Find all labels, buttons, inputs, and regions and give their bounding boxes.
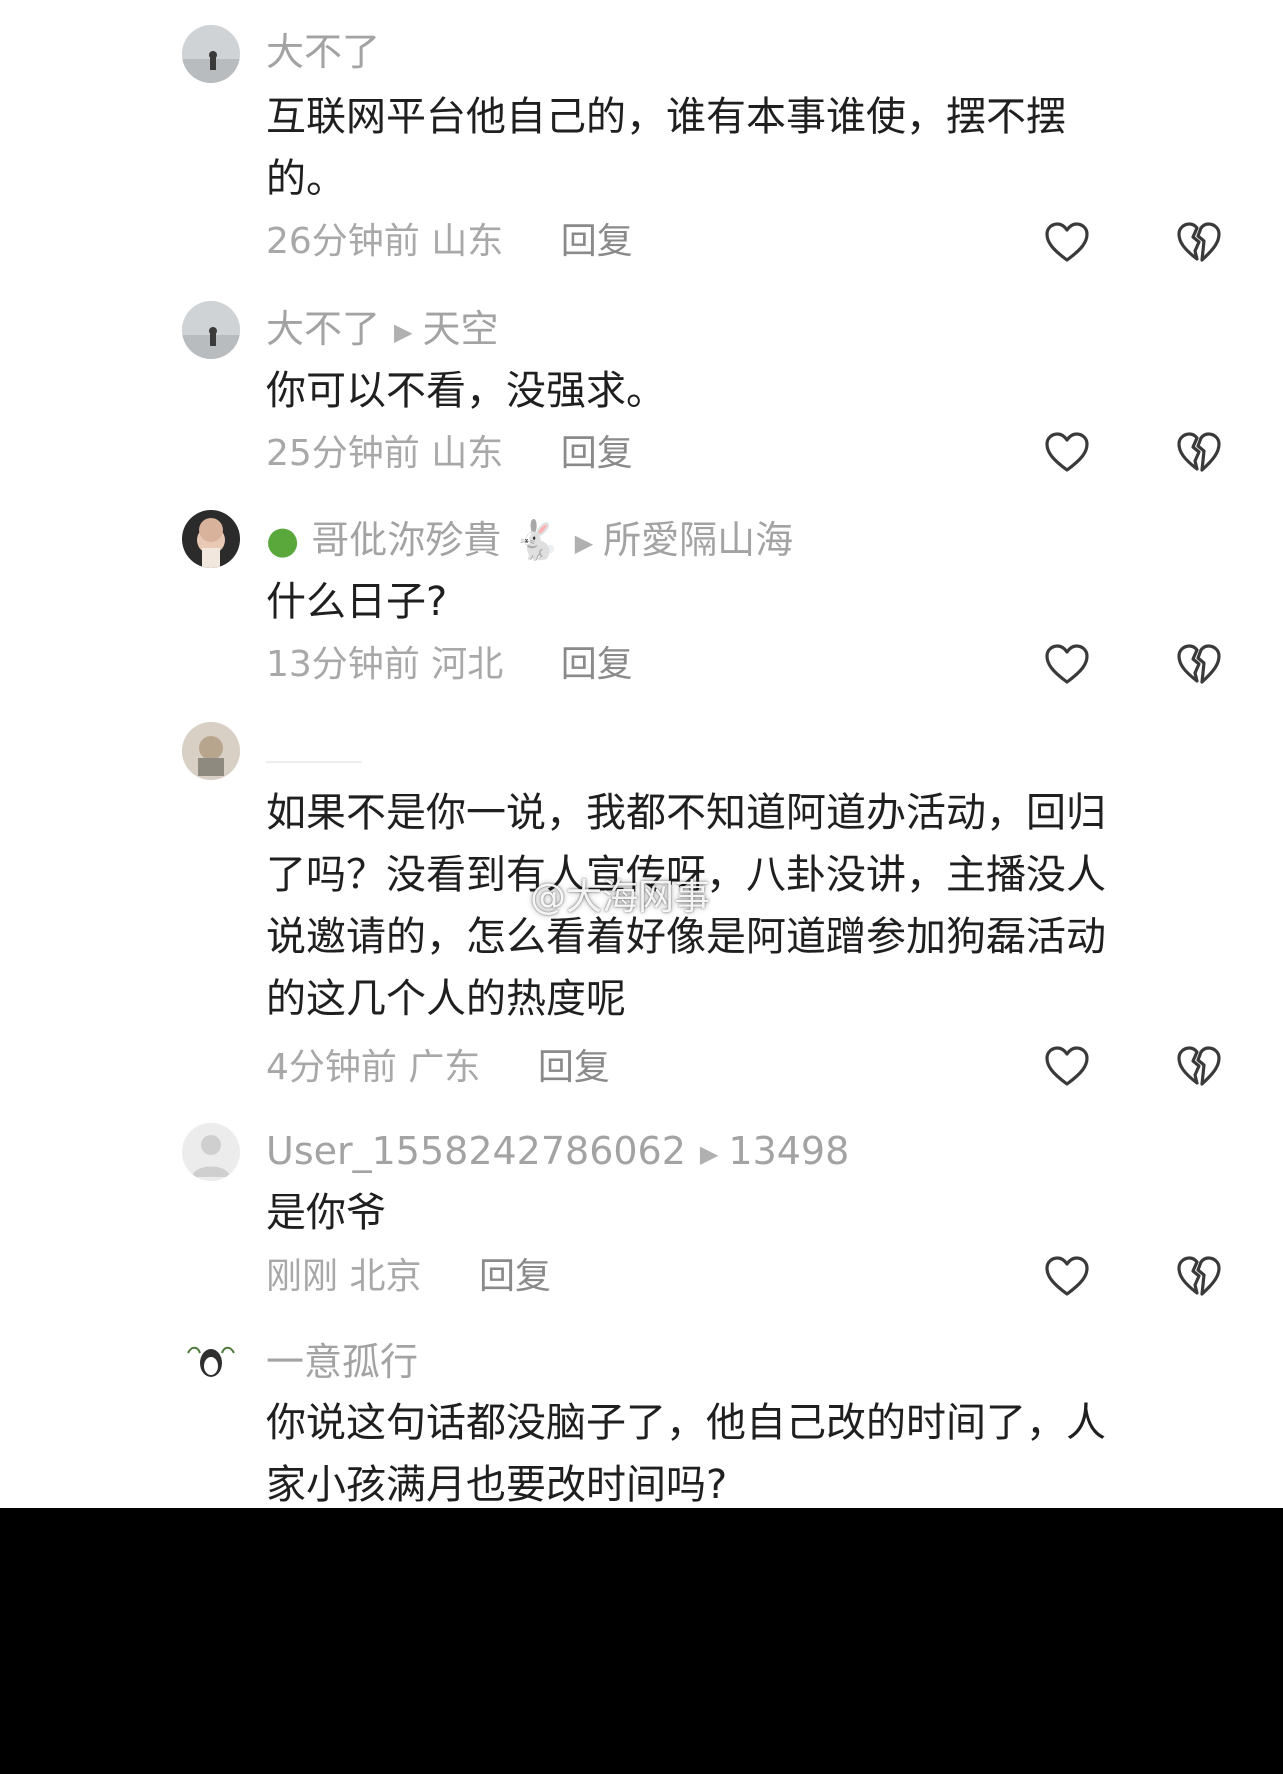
reply-to-name[interactable]: 13498 (728, 1129, 849, 1173)
author-name[interactable]: 一意孤行 (266, 1340, 418, 1384)
comment-time: 13分钟前 (266, 644, 420, 685)
watermark: @大海网事 (530, 877, 711, 918)
comment-time: 26分钟前 (266, 221, 420, 262)
avatar[interactable] (182, 1333, 240, 1391)
comment-location: 山东 (431, 433, 504, 474)
heart-outline-icon[interactable] (1042, 218, 1092, 268)
comment-text: 如果不是你一说，我都不知道阿道办活动，回归 了吗？没看到有人宣传呀，八卦没讲，主… (266, 790, 1106, 1022)
heart-outline-icon[interactable] (1042, 428, 1092, 478)
comment-author[interactable]: 一意孤行 (266, 1340, 418, 1384)
author-name[interactable]: 大不了 (266, 30, 380, 74)
broken-heart-icon[interactable] (1174, 428, 1224, 478)
broken-heart-icon[interactable] (1174, 640, 1224, 690)
author-name[interactable] (266, 761, 362, 763)
avatar[interactable] (182, 301, 240, 359)
comment-location: 北京 (349, 1256, 422, 1297)
reply-button[interactable]: 回复 (561, 221, 633, 262)
comment-author[interactable]: User_1558242786062 ▶ 13498 (266, 1129, 849, 1176)
comment-text: 是你爷 (266, 1190, 386, 1236)
reply-button[interactable]: 回复 (561, 433, 633, 474)
comment-list: 大不了 互联网平台他自己的，谁有本事谁使，摆不摆 的。 26分钟前 山东 回复 … (0, 0, 1283, 1508)
heart-outline-icon[interactable] (1042, 1042, 1092, 1092)
comment-meta: 26分钟前 山东 回复 (266, 220, 633, 264)
bottom-black-bar (0, 1508, 1283, 1774)
reply-arrow-icon: ▶ (394, 317, 413, 346)
comment-location: 山东 (431, 221, 504, 262)
comment-author[interactable]: ● 哥仳沵殄貴 🐇 ▶ 所愛隔山海 (266, 518, 793, 565)
broken-heart-icon[interactable] (1174, 1042, 1224, 1092)
comment-location: 广东 (408, 1047, 481, 1088)
comment-text: 你说这句话都没脑子了，他自己改的时间了，人 家小孩满月也要改时间吗? (266, 1400, 1106, 1508)
comment-meta: 13分钟前 河北 回复 (266, 643, 633, 687)
frog-emoji-icon: ● (266, 518, 300, 562)
rabbit-emoji-icon: 🐇 (513, 518, 561, 562)
comment-text: 你可以不看，没强求。 (266, 368, 666, 414)
comment-location: 河北 (431, 644, 504, 685)
broken-heart-icon[interactable] (1174, 218, 1224, 268)
reply-button[interactable]: 回复 (479, 1256, 551, 1297)
avatar[interactable] (182, 722, 240, 780)
author-name[interactable]: 大不了 (266, 307, 380, 351)
avatar[interactable] (182, 25, 240, 83)
comment-meta: 刚刚 北京 回复 (266, 1255, 551, 1299)
comment-time: 刚刚 (266, 1256, 339, 1297)
reply-arrow-icon: ▶ (699, 1139, 719, 1168)
reply-button[interactable]: 回复 (561, 644, 633, 685)
author-name[interactable]: User_1558242786062 (266, 1129, 686, 1173)
comment-text: 什么日子? (266, 579, 448, 625)
reply-to-name[interactable]: 天空 (422, 307, 498, 351)
avatar[interactable] (182, 1123, 240, 1181)
comment-author[interactable]: 大不了 ▶ 天空 (266, 307, 499, 354)
comment-author[interactable] (266, 728, 362, 772)
comment-time: 4分钟前 (266, 1047, 397, 1088)
comment-text: 互联网平台他自己的，谁有本事谁使，摆不摆 的。 (266, 94, 1066, 202)
heart-outline-icon[interactable] (1042, 1252, 1092, 1302)
comment-time: 25分钟前 (266, 433, 420, 474)
comment-author[interactable]: 大不了 (266, 30, 380, 74)
avatar[interactable] (182, 510, 240, 568)
comment-meta: 4分钟前 广东 回复 (266, 1046, 610, 1090)
author-name[interactable]: 哥仳沵殄貴 (311, 518, 501, 562)
heart-outline-icon[interactable] (1042, 640, 1092, 690)
broken-heart-icon[interactable] (1174, 1252, 1224, 1302)
reply-to-name[interactable]: 所愛隔山海 (603, 518, 793, 562)
reply-button[interactable]: 回复 (538, 1047, 610, 1088)
reply-arrow-icon: ▶ (574, 528, 594, 557)
comment-meta: 25分钟前 山东 回复 (266, 432, 633, 476)
